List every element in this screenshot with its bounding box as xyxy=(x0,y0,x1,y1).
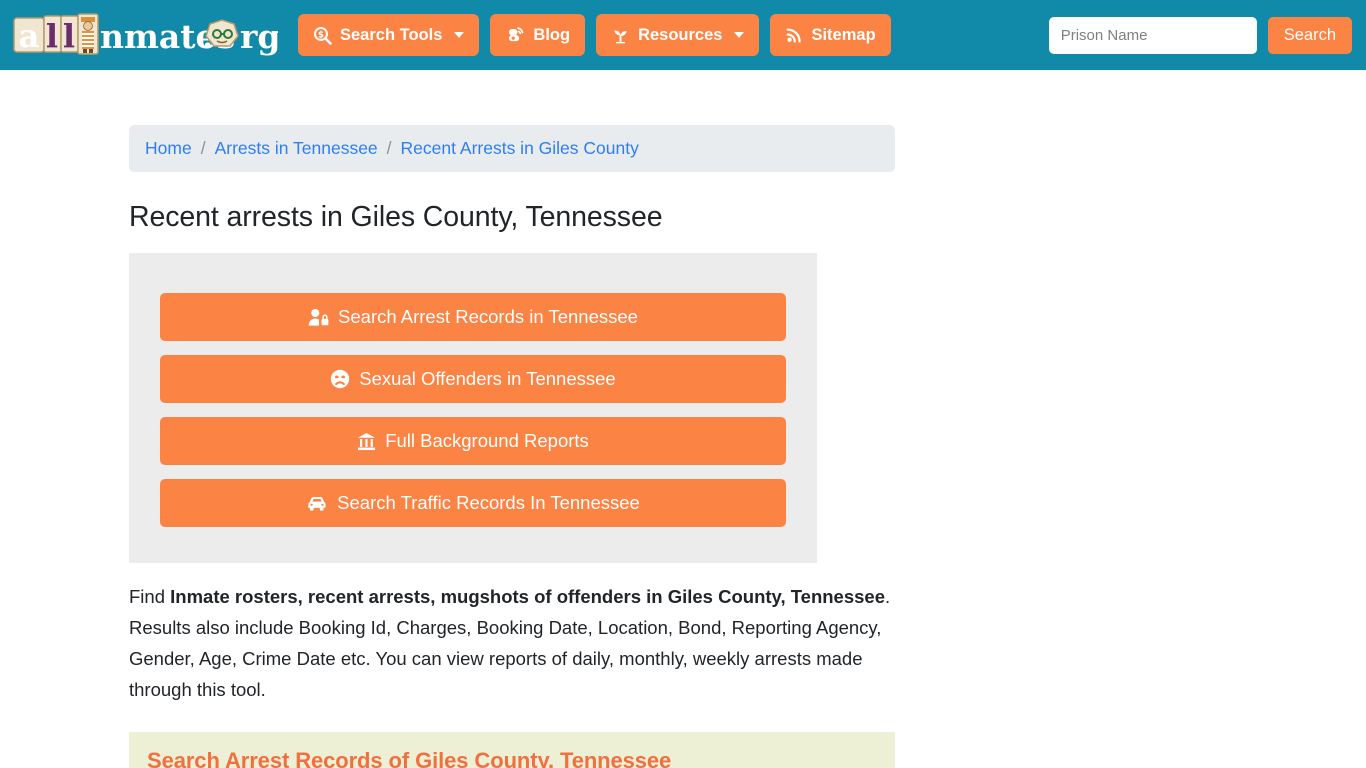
breadcrumb-separator: / xyxy=(200,138,206,158)
breadcrumb-separator: / xyxy=(386,138,392,158)
breadcrumb: Home / Arrests in Tennessee / Recent Arr… xyxy=(129,125,895,172)
cta-panel: Search Arrest Records in Tennessee Sexua… xyxy=(129,253,817,563)
nav-sitemap-button[interactable]: Sitemap xyxy=(770,14,891,56)
main-nav: $ Search Tools Blog Resources Sitemap xyxy=(298,14,891,56)
breadcrumb-item-home[interactable]: Home xyxy=(145,138,192,159)
lead-bold: Inmate rosters, recent arrests, mugshots… xyxy=(170,586,885,607)
lead-paragraph: Find Inmate rosters, recent arrests, mug… xyxy=(129,581,901,705)
breadcrumb-item-arrests-in-tennessee[interactable]: Arrests in Tennessee xyxy=(215,138,378,159)
lead-prefix: Find xyxy=(129,586,171,607)
search-arrest-records-label: Search Arrest Records in Tennessee xyxy=(338,305,638,327)
header-search-button[interactable]: Search xyxy=(1267,17,1352,54)
full-background-reports-button[interactable]: Full Background Reports xyxy=(160,417,786,465)
sexual-offenders-button[interactable]: Sexual Offenders in Tennessee xyxy=(160,355,786,403)
search-traffic-records-button[interactable]: Search Traffic Records In Tennessee xyxy=(160,479,786,527)
nav-blog-label: Blog xyxy=(533,25,571,44)
section-heading: Search Arrest Records of Giles County, T… xyxy=(147,748,672,768)
search-traffic-records-label: Search Traffic Records In Tennessee xyxy=(337,491,640,513)
blogger-icon xyxy=(505,25,525,45)
svg-text:rg: rg xyxy=(240,17,278,56)
search-arrest-records-button[interactable]: Search Arrest Records in Tennessee xyxy=(160,293,786,341)
header-search: Search xyxy=(1048,17,1352,54)
site-logo[interactable]: a l l nmates . xyxy=(12,12,278,58)
site-header: a l l nmates . xyxy=(0,0,1366,70)
svg-text:$: $ xyxy=(318,30,324,40)
search-dollar-icon: $ xyxy=(313,26,332,45)
svg-text:l: l xyxy=(46,17,58,55)
breadcrumb-item-recent-arrests[interactable]: Recent Arrests in Giles County xyxy=(401,138,639,159)
main-content: Home / Arrests in Tennessee / Recent Arr… xyxy=(0,70,1366,768)
seedling-icon xyxy=(611,26,630,45)
page-title: Recent arrests in Giles County, Tennesse… xyxy=(129,201,663,233)
prison-name-search-input[interactable] xyxy=(1048,17,1257,54)
full-background-reports-label: Full Background Reports xyxy=(385,429,589,451)
svg-text:l: l xyxy=(63,17,75,55)
nav-sitemap-label: Sitemap xyxy=(811,25,876,44)
chevron-down-icon xyxy=(454,32,465,38)
rss-icon xyxy=(785,26,803,44)
nav-search-tools-button[interactable]: $ Search Tools xyxy=(298,14,480,56)
section-banner: Search Arrest Records of Giles County, T… xyxy=(129,732,895,768)
sexual-offenders-label: Sexual Offenders in Tennessee xyxy=(359,367,616,389)
nav-blog-button[interactable]: Blog xyxy=(490,14,586,56)
nav-search-tools-label: Search Tools xyxy=(340,25,443,44)
landmark-icon xyxy=(357,432,376,451)
user-lock-icon xyxy=(308,308,329,327)
chevron-down-icon xyxy=(734,32,745,38)
frown-face-icon xyxy=(330,369,350,389)
svg-text:a: a xyxy=(19,17,40,55)
car-icon xyxy=(306,494,328,512)
nav-resources-button[interactable]: Resources xyxy=(596,14,760,56)
nav-resources-label: Resources xyxy=(638,25,723,44)
